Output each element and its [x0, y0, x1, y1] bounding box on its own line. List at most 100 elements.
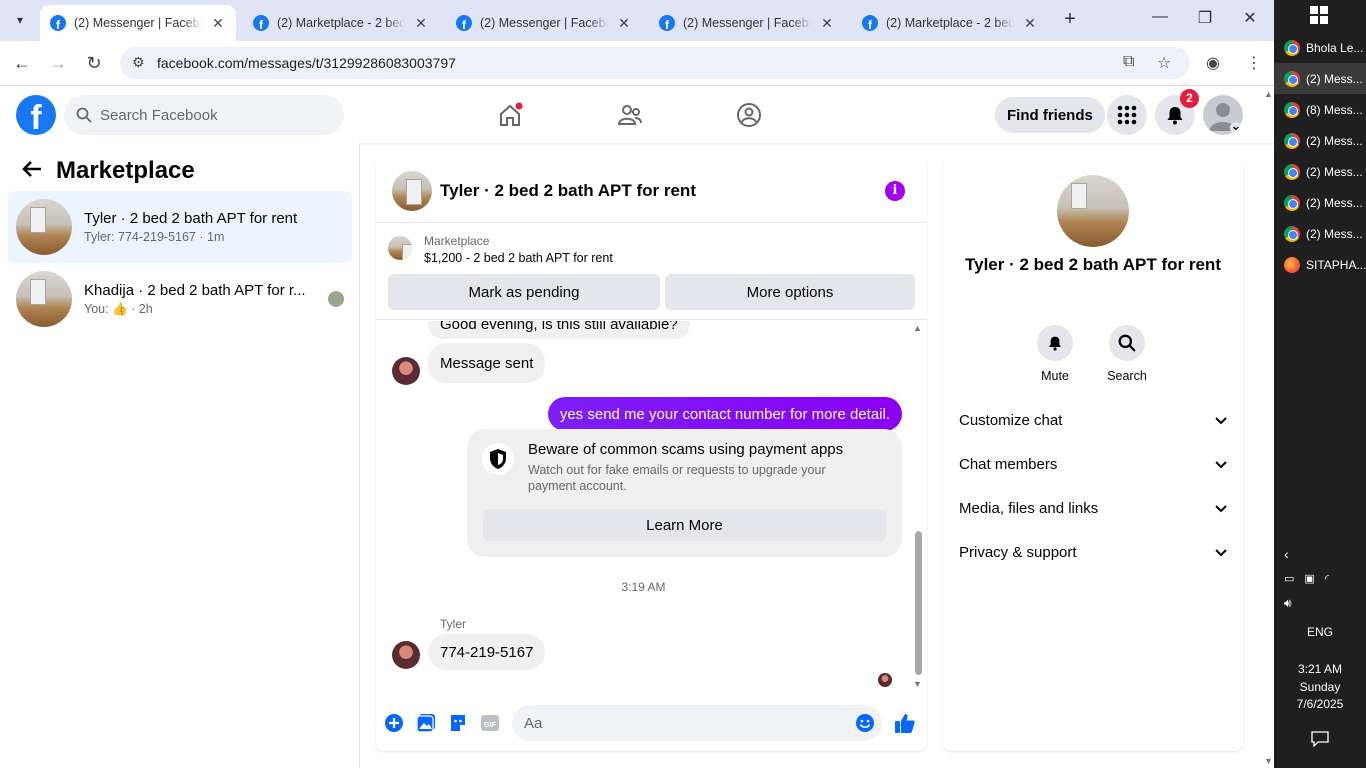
account-avatar[interactable] — [1203, 95, 1243, 135]
media-files-links-row[interactable]: Media, files and links — [959, 492, 1227, 524]
tab-close-icon[interactable]: ✕ — [616, 15, 632, 32]
tab-close-icon[interactable]: ✕ — [413, 15, 429, 32]
chrome-icon — [1284, 101, 1300, 118]
back-arrow-icon[interactable] — [22, 157, 42, 185]
search-input[interactable]: Search Facebook — [64, 95, 344, 135]
thumbs-up-icon[interactable] — [894, 712, 916, 734]
more-options-button[interactable]: More options — [665, 274, 915, 310]
sender-avatar — [392, 357, 420, 385]
menu-grid-icon[interactable] — [1107, 95, 1147, 135]
install-app-icon[interactable]: ⧉ — [1123, 53, 1134, 71]
facebook-logo-icon[interactable]: f — [16, 95, 56, 135]
wifi-icon[interactable]: ◜ — [1325, 573, 1339, 585]
show-hidden-icons-chevron-icon[interactable]: ‹ — [1274, 546, 1366, 562]
tab-search-icon[interactable]: ▾ — [8, 8, 32, 32]
friends-icon[interactable] — [614, 99, 646, 131]
restore-button[interactable]: ❐ — [1193, 8, 1217, 28]
mute-button[interactable]: Mute — [1025, 325, 1085, 383]
tab-close-icon[interactable]: ✕ — [819, 15, 835, 32]
chat-info-avatar — [1057, 175, 1129, 247]
notification-center-icon[interactable] — [1311, 731, 1329, 752]
close-window-button[interactable]: ✕ — [1238, 8, 1262, 28]
tab-messenger-1[interactable]: f (2) Messenger | Facebook ✕ — [40, 5, 236, 41]
tab-messenger-3[interactable]: f (2) Messenger | Facebook ✕ — [649, 5, 845, 41]
back-button[interactable]: ← — [10, 51, 34, 75]
volume-icon[interactable]: 🔊︎ — [1274, 596, 1366, 611]
firefox-icon — [1284, 256, 1300, 273]
clock-day[interactable]: Sunday — [1274, 680, 1366, 694]
tab-messenger-2[interactable]: f (2) Messenger | Facebook ✕ — [446, 5, 642, 41]
marketplace-listing-box: Marketplace $1,200 - 2 bed 2 bath APT fo… — [376, 224, 927, 320]
language-indicator[interactable]: ENG — [1274, 625, 1366, 639]
message-composer: GIF Aa — [376, 699, 927, 751]
scroll-up-icon[interactable]: ▲ — [1264, 89, 1273, 99]
tab-close-icon[interactable]: ✕ — [210, 15, 226, 32]
tab-close-icon[interactable]: ✕ — [1022, 15, 1038, 32]
reload-button[interactable]: ↻ — [82, 51, 106, 75]
search-label: Search — [1107, 369, 1147, 383]
chrome-menu-icon[interactable]: ⋮ — [1246, 53, 1262, 73]
scroll-down-icon[interactable]: ▼ — [1264, 756, 1273, 766]
page-scrollbar[interactable]: ▲ ▼ — [1262, 87, 1274, 768]
listing-title[interactable]: $1,200 - 2 bed 2 bath APT for rent — [424, 251, 613, 265]
photo-icon[interactable] — [415, 712, 437, 734]
find-friends-button[interactable]: Find friends — [995, 97, 1105, 133]
taskbar-item[interactable]: (2) Mess... — [1274, 156, 1366, 187]
home-icon[interactable] — [494, 99, 526, 131]
scroll-down-icon[interactable]: ▼ — [913, 679, 922, 689]
forward-button[interactable]: → — [46, 51, 70, 75]
bookmark-star-icon[interactable]: ☆ — [1157, 53, 1171, 73]
battery-icon[interactable]: ▭ — [1284, 573, 1304, 585]
device-icon[interactable]: ▣ — [1304, 573, 1324, 585]
preview-prefix: You: — [84, 301, 109, 316]
conversation-item-tyler[interactable]: Tyler · 2 bed 2 bath APT for rent Tyler:… — [8, 191, 352, 263]
taskbar-item[interactable]: (2) Mess... — [1274, 63, 1366, 94]
new-tab-button[interactable]: + — [1058, 8, 1082, 31]
message-bubble-outgoing: yes send me your contact number for more… — [547, 397, 902, 431]
taskbar-item[interactable]: (8) Mess... — [1274, 94, 1366, 125]
chat-members-row[interactable]: Chat members — [959, 448, 1227, 480]
taskbar-item[interactable]: SITAPHA... — [1274, 249, 1366, 280]
tab-marketplace-2[interactable]: f (2) Marketplace - 2 bed 2 ✕ — [852, 5, 1048, 41]
groups-icon[interactable] — [733, 99, 765, 131]
plus-circle-icon[interactable] — [383, 712, 405, 734]
scroll-up-icon[interactable]: ▲ — [913, 323, 922, 333]
chat-scroll-thumb[interactable] — [915, 531, 922, 675]
search-conversation-button[interactable]: Search — [1097, 325, 1157, 383]
chat-title[interactable]: Tyler · 2 bed 2 bath APT for rent — [440, 181, 696, 201]
mark-as-pending-button[interactable]: Mark as pending — [388, 274, 660, 310]
taskbar-item[interactable]: (2) Mess... — [1274, 187, 1366, 218]
read-receipt-avatar — [878, 673, 892, 687]
chat-avatar[interactable] — [392, 170, 432, 211]
windows-start-icon[interactable] — [1310, 6, 1328, 29]
customize-chat-row[interactable]: Customize chat — [959, 404, 1227, 436]
address-bar[interactable]: ⚙ facebook.com/messages/t/31299286083003… — [120, 47, 1190, 79]
gif-icon[interactable]: GIF — [479, 712, 501, 734]
chrome-icon — [1284, 39, 1300, 56]
learn-more-button[interactable]: Learn More — [483, 509, 886, 541]
info-icon[interactable]: i — [885, 181, 905, 201]
emoji-icon[interactable] — [854, 712, 876, 734]
sticker-icon[interactable] — [447, 712, 469, 734]
tab-title: (2) Marketplace - 2 bed 2 — [886, 16, 1014, 30]
tab-marketplace-1[interactable]: f (2) Marketplace - 2 bed 2 ✕ — [243, 5, 439, 41]
browser-toolbar: ← → ↻ ⚙ facebook.com/messages/t/31299286… — [0, 41, 1274, 86]
message-bubble-incoming: Message sent — [428, 343, 546, 383]
facebook-favicon-icon: f — [456, 15, 472, 31]
clock-time[interactable]: 3:21 AM — [1274, 662, 1366, 676]
tray-icons[interactable]: ▭▣◜ — [1274, 572, 1366, 585]
taskbar-item[interactable]: (2) Mess... — [1274, 218, 1366, 249]
taskbar-item[interactable]: (2) Mess... — [1274, 125, 1366, 156]
clock-date[interactable]: 7/6/2025 — [1274, 697, 1366, 711]
message-input[interactable]: Aa — [512, 705, 882, 741]
site-info-icon[interactable]: ⚙ — [132, 54, 145, 71]
profile-icon[interactable]: ◉ — [1206, 53, 1220, 73]
url-text[interactable]: facebook.com/messages/t/3129928608300379… — [157, 55, 456, 71]
privacy-support-row[interactable]: Privacy & support — [959, 536, 1227, 568]
minimize-button[interactable]: — — [1148, 8, 1172, 26]
taskbar-item[interactable]: Bhola Le... — [1274, 32, 1366, 63]
conversation-item-khadija[interactable]: Khadija · 2 bed 2 bath APT for r... You:… — [8, 263, 352, 335]
message-thread: Good evening, is this still available? M… — [376, 321, 927, 689]
row-label: Media, files and links — [959, 499, 1099, 517]
message-bubble-incoming: 774-219-5167 — [428, 634, 546, 670]
